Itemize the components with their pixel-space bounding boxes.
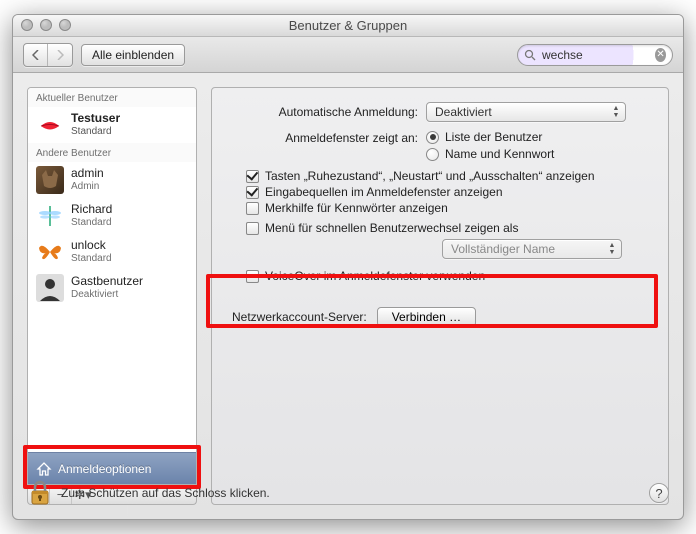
group-label-others: Andere Benutzer [28,143,196,162]
person-silhouette-icon [36,274,64,302]
radio-indicator-icon [426,131,439,144]
titlebar: Benutzer & Gruppen [13,15,683,37]
checkbox-indicator-icon [246,170,259,183]
dragonfly-icon [36,202,64,230]
checkbox-input-sources[interactable]: Eingabequellen im Anmeldefenster anzeige… [226,185,654,199]
help-button[interactable]: ? [649,483,669,503]
window-title: Benutzer & Gruppen [289,18,408,33]
auto-login-popup[interactable]: Deaktiviert ▲▼ [426,102,626,122]
chevron-right-icon [56,50,64,60]
user-name: unlock [71,239,112,253]
checkbox-indicator-icon [246,202,259,215]
forward-button[interactable] [48,44,72,66]
chevron-left-icon [32,50,40,60]
toolbar: Alle einblenden ✕ [13,37,683,73]
prefs-window: Benutzer & Gruppen Alle einblenden ✕ Akt… [12,14,684,520]
user-row[interactable]: Richard Standard [28,198,196,234]
user-role: Admin [71,181,104,193]
avatar [36,111,64,139]
checkbox-show-buttons[interactable]: Tasten „Ruhezustand“, „Neustart“ und „Au… [226,169,654,183]
user-name: Gastbenutzer [71,275,143,289]
login-window-label: Anmeldefenster zeigt an: [226,130,426,145]
back-button[interactable] [24,44,48,66]
checkbox-indicator-icon [246,186,259,199]
user-row-current[interactable]: Testuser Standard [28,107,196,143]
radio-indicator-icon [426,148,439,161]
checkbox-indicator-icon [246,222,259,235]
clear-search-button[interactable]: ✕ [655,48,666,62]
user-list: Aktueller Benutzer Testuser Standard And… [27,87,197,485]
fast-switch-style-popup[interactable]: Vollständiger Name ▲▼ [442,239,622,259]
checkbox-fast-user-switching[interactable]: Menü für schnellen Benutzerwechsel zeige… [226,221,654,235]
user-role: Standard [71,126,120,138]
user-name: Richard [71,203,112,217]
highlight-annotation [206,274,658,328]
search-icon [524,49,536,61]
window-controls [21,19,71,31]
user-row[interactable]: admin Admin [28,162,196,198]
close-window-button[interactable] [21,19,33,31]
user-role: Deaktiviert [71,289,143,301]
auto-login-value: Deaktiviert [435,105,492,119]
auto-login-label: Automatische Anmeldung: [226,105,426,119]
sidebar: Aktueller Benutzer Testuser Standard And… [27,87,197,505]
search-field[interactable]: ✕ [517,44,673,66]
radio-name-password[interactable]: Name und Kennwort [426,147,554,161]
radio-user-list[interactable]: Liste der Benutzer [426,130,554,144]
user-role: Standard [71,253,112,265]
nav-back-forward [23,43,73,67]
show-all-button[interactable]: Alle einblenden [81,44,185,66]
user-name: admin [71,167,104,181]
butterfly-icon [36,238,64,266]
user-name: Testuser [71,112,120,126]
avatar [36,202,64,230]
updown-arrows-icon: ▲▼ [610,105,622,119]
updown-arrows-icon: ▲▼ [606,242,618,256]
fast-switch-style-value: Vollständiger Name [451,242,555,256]
avatar [36,238,64,266]
user-role: Standard [71,217,112,229]
checkbox-password-hints[interactable]: Merkhilfe für Kennwörter anzeigen [226,201,654,215]
group-label-current: Aktueller Benutzer [28,88,196,107]
cat-icon [36,166,64,194]
avatar [36,274,64,302]
user-row-guest[interactable]: Gastbenutzer Deaktiviert [28,270,196,306]
avatar [36,166,64,194]
lock-hint-text: Zum Schützen auf das Schloss klicken. [61,486,270,500]
footer: Zum Schützen auf das Schloss klicken. ? [27,479,669,507]
search-input[interactable] [540,47,651,63]
settings-panel: Automatische Anmeldung: Deaktiviert ▲▼ A… [211,87,669,505]
login-options-label: Anmeldeoptionen [58,462,151,476]
lips-icon [36,111,64,139]
house-icon [36,461,52,477]
minimize-window-button[interactable] [40,19,52,31]
zoom-window-button[interactable] [59,19,71,31]
user-row[interactable]: unlock Standard [28,234,196,270]
lock-icon[interactable] [27,479,53,507]
